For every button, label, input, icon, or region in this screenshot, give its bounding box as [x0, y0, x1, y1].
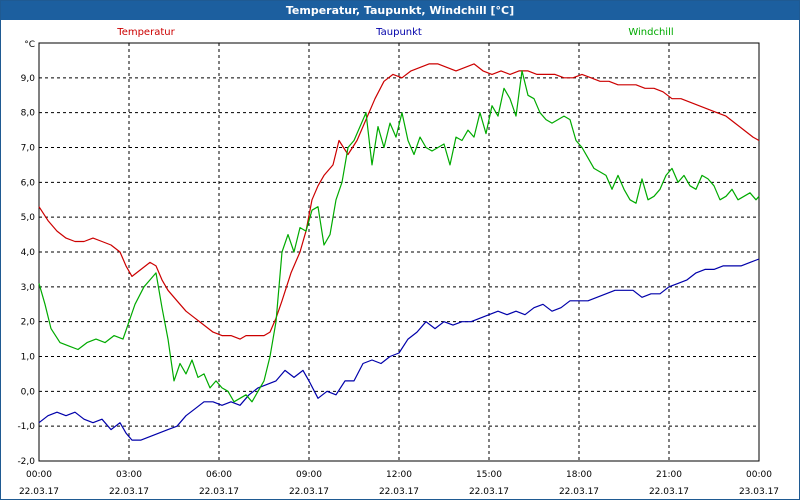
- x-tick-time: 18:00: [566, 470, 592, 480]
- y-tick-label: 0,0: [21, 387, 36, 397]
- y-tick-label: 1,0: [21, 353, 36, 363]
- x-tick-time: 15:00: [476, 470, 502, 480]
- y-unit-label: °C: [24, 40, 35, 50]
- x-tick-date: 22.03.17: [649, 487, 689, 497]
- y-tick-label: 5,0: [21, 213, 36, 223]
- legend-temperatur: Temperatur: [116, 27, 175, 38]
- x-tick-time: 00:00: [26, 470, 52, 480]
- x-tick-date: 22.03.17: [109, 487, 149, 497]
- x-tick-date: 22.03.17: [559, 487, 599, 497]
- y-tick-label: 3,0: [21, 283, 36, 293]
- y-tick-label: 2,0: [21, 318, 36, 328]
- x-tick-time: 06:00: [206, 470, 232, 480]
- legend-taupunkt: Taupunkt: [375, 27, 422, 38]
- x-tick-time: 00:00: [746, 470, 772, 480]
- x-tick-date: 22.03.17: [379, 487, 419, 497]
- chart-window: Temperatur, Taupunkt, Windchill [°C] 9,0…: [0, 0, 800, 500]
- x-tick-date: 22.03.17: [469, 487, 509, 497]
- x-tick-time: 12:00: [386, 470, 412, 480]
- y-tick-label: 4,0: [21, 248, 36, 258]
- y-tick-label: 8,0: [21, 109, 36, 119]
- chart-canvas: 9,0 8,0 7,0 6,0 5,0 4,0 3,0 2,0 1,0 0,0 -1,0 -2,0 00…: [17, 27, 779, 497]
- y-tick-label: 7,0: [21, 144, 36, 154]
- x-tick-date: 22.03.17: [199, 487, 239, 497]
- x-tick-date: 22.03.17: [19, 487, 59, 497]
- x-tick-time: 03:00: [116, 470, 142, 480]
- y-tick-label: 6,0: [21, 178, 36, 188]
- legend-windchill: Windchill: [628, 27, 673, 38]
- x-tick-date: 22.03.17: [289, 487, 329, 497]
- y-tick-label: -1,0: [17, 422, 35, 432]
- x-tick-date: 23.03.17: [739, 487, 779, 497]
- x-tick-time: 21:00: [656, 470, 682, 480]
- x-tick-time: 09:00: [296, 470, 322, 480]
- y-tick-label: -2,0: [17, 457, 35, 467]
- y-tick-label: 9,0: [21, 74, 36, 84]
